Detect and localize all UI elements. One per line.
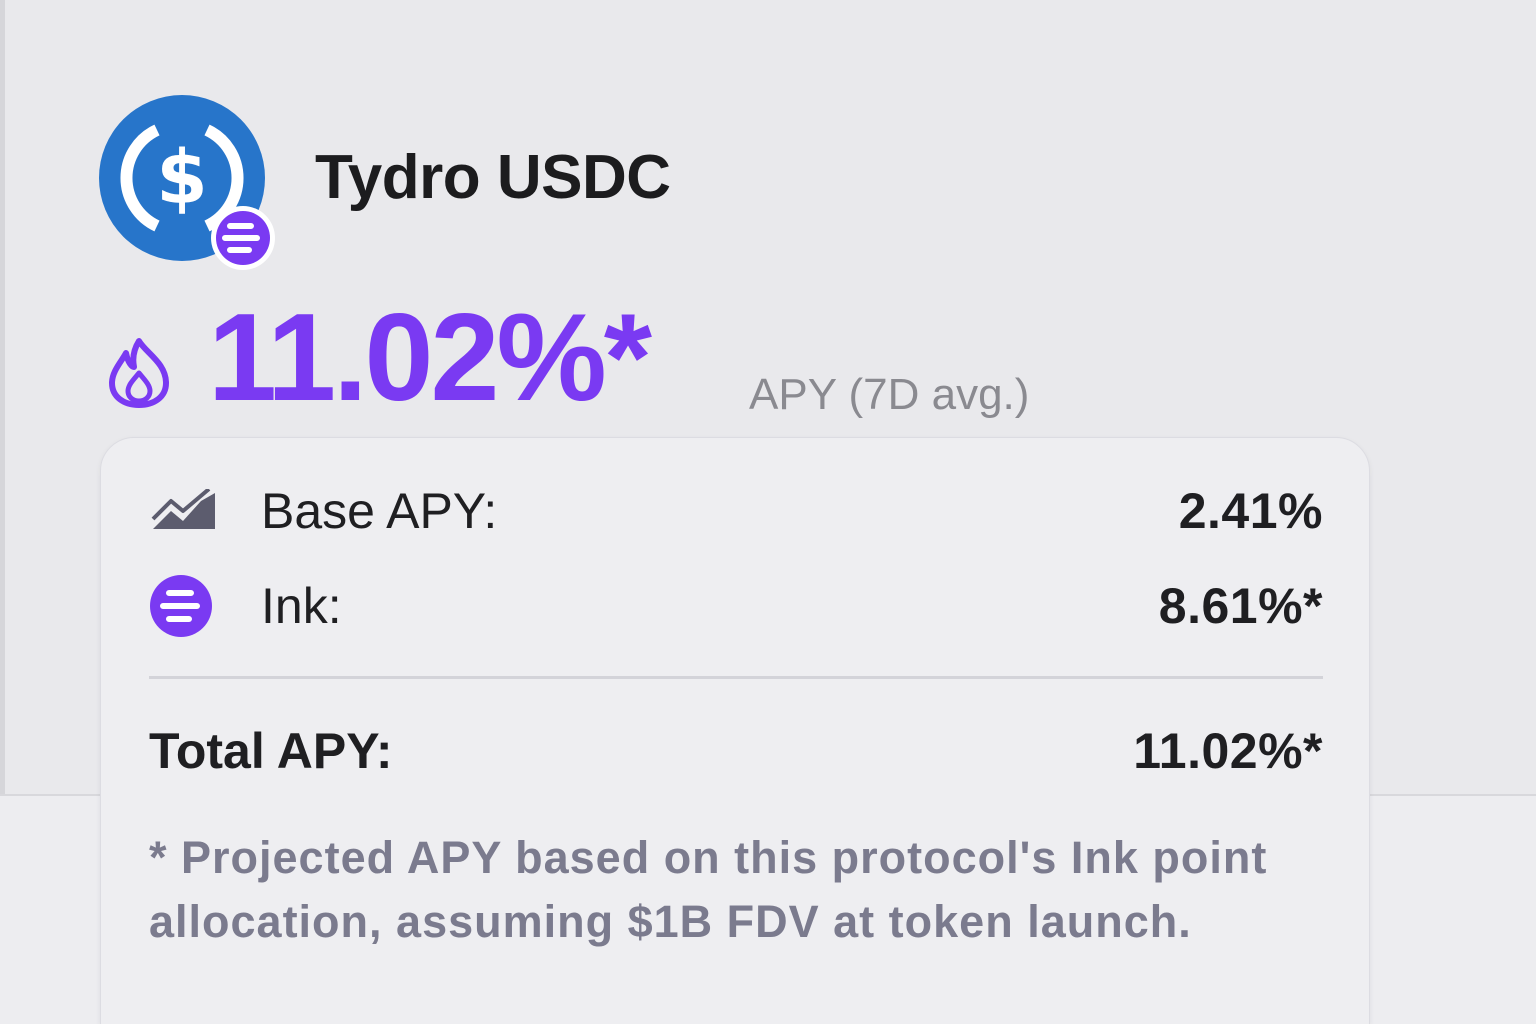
ink-apy-value: 8.61%* [1158, 578, 1323, 634]
ink-apy-label: Ink: [261, 578, 342, 634]
token-name: Tydro USDC [315, 143, 671, 212]
base-apy-label: Base APY: [261, 483, 498, 539]
breakdown-divider [149, 676, 1323, 679]
usdc-logo-icon: $ [99, 95, 275, 270]
base-apy-row: Base APY: 2.41% [149, 476, 1323, 546]
svg-text:$: $ [156, 135, 208, 221]
headline-apy-value: 11.02%* [208, 289, 652, 427]
projection-footnote: * Projected APY based on this protocol's… [149, 832, 1268, 947]
apy-panel: $ Tydro USDC 11.02%* APY (7D avg.) Base … [0, 0, 1536, 1024]
base-apy-value: 2.41% [1178, 483, 1323, 539]
apy-breakdown-tooltip: Base APY: 2.41% Ink: 8.61%* Total APY: 1… [100, 437, 1370, 1024]
total-apy-value: 11.02%* [1133, 723, 1323, 779]
total-apy-label: Total APY: [149, 723, 393, 779]
chart-area-icon [149, 476, 221, 546]
headline-apy-caption: APY (7D avg.) [749, 370, 1030, 419]
ink-icon [149, 571, 221, 641]
total-apy-row: Total APY: 11.02%* [149, 716, 1323, 786]
fire-icon [109, 338, 169, 408]
ink-badge-icon [211, 206, 275, 270]
ink-apy-row: Ink: 8.61%* [149, 571, 1323, 641]
